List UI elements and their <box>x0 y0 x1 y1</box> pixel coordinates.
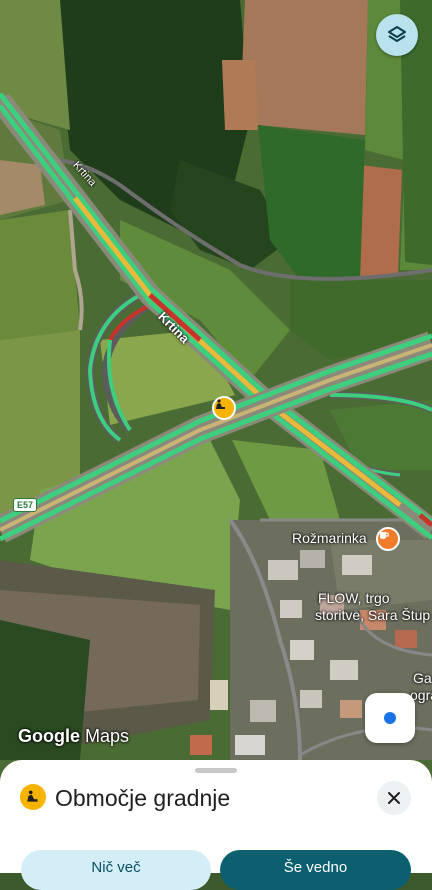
still-there-button[interactable]: Še vedno <box>220 850 411 890</box>
construction-marker[interactable] <box>212 396 236 420</box>
construction-icon <box>216 399 225 409</box>
road-shield-e57: E57 <box>13 498 38 512</box>
google-wordmark: Google <box>18 726 80 746</box>
sheet-drag-handle[interactable] <box>195 768 237 773</box>
poi-label-partial-1: Ga <box>413 670 432 686</box>
bottom-sheet: Območje gradnje Nič več Še vedno <box>0 760 432 890</box>
close-icon <box>388 792 400 804</box>
layers-icon <box>388 26 406 42</box>
my-location-button[interactable] <box>365 693 415 743</box>
sheet-title: Območje gradnje <box>55 785 231 811</box>
maps-wordmark: Maps <box>85 726 130 746</box>
google-maps-logo: Google Maps <box>18 726 129 747</box>
poi-label-flow-1[interactable]: FLOW, trgo <box>318 590 390 606</box>
coffee-cup-icon[interactable] <box>376 527 400 551</box>
close-button[interactable] <box>377 781 411 815</box>
no-longer-button[interactable]: Nič več <box>21 850 211 890</box>
poi-label-rozmarinka[interactable]: Rožmarinka <box>292 530 367 546</box>
construction-icon <box>20 784 46 810</box>
my-location-icon <box>384 712 396 724</box>
poi-label-flow-2[interactable]: storitve, Sara Štup <box>315 607 430 623</box>
map-view[interactable]: Krtina Krtina E57 Rožmarinka FLOW, trgo … <box>0 0 432 873</box>
layers-button[interactable] <box>376 14 418 56</box>
